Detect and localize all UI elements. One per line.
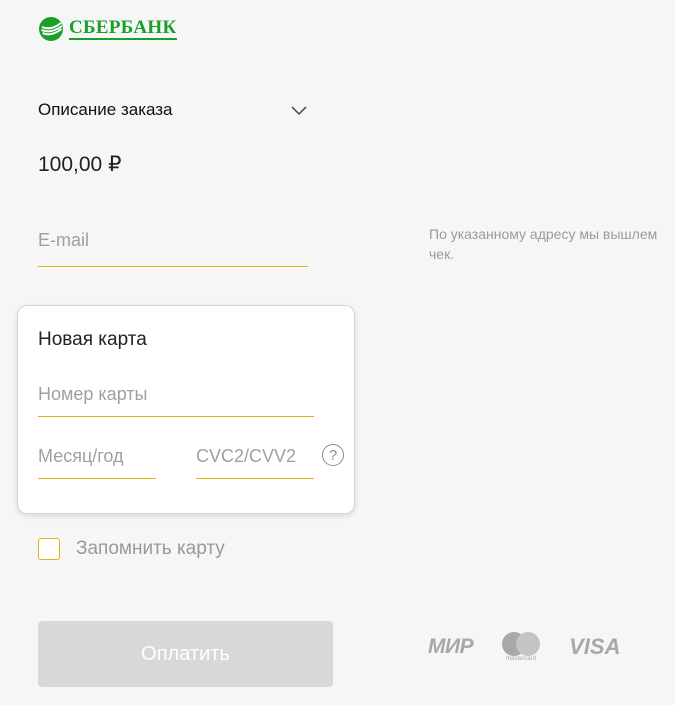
remember-card-option[interactable]: Запомнить карту — [38, 538, 225, 560]
remember-card-label[interactable]: Запомнить карту — [76, 538, 225, 560]
card-expiry-input[interactable] — [38, 442, 156, 471]
sberbank-logo-icon — [39, 17, 63, 41]
order-description-label[interactable]: Описание заказа — [38, 100, 173, 120]
brand-name: СБЕРБАНК — [69, 17, 177, 40]
chevron-down-icon[interactable] — [290, 103, 308, 117]
mastercard-logo-icon: mastercard — [501, 630, 541, 663]
visa-logo-icon: VISA — [569, 633, 621, 659]
card-number-field-container — [38, 380, 314, 417]
card-cvc-input[interactable] — [196, 442, 314, 471]
email-field[interactable] — [38, 224, 308, 257]
card-expiry-field-container — [38, 442, 156, 479]
card-cvc-field-container — [196, 442, 314, 479]
card-number-input[interactable] — [38, 380, 314, 409]
email-hint: По указанному адресу мы вышлем чек. — [429, 226, 658, 262]
mastercard-label: mastercard — [506, 656, 537, 662]
mir-logo-icon: МИР — [428, 634, 474, 658]
pay-button[interactable]: Оплатить — [38, 621, 333, 687]
help-icon[interactable]: ? — [322, 444, 344, 466]
sberbank-logo: СБЕРБАНК — [38, 16, 177, 42]
new-card-form: Новая карта ? — [17, 305, 355, 514]
checkbox-icon[interactable] — [38, 538, 60, 560]
payment-systems: МИР mastercard VISA — [428, 630, 620, 663]
card-form-title: Новая карта — [38, 329, 147, 350]
email-field-container — [38, 224, 308, 267]
order-amount: 100,00 ₽ — [38, 153, 122, 176]
